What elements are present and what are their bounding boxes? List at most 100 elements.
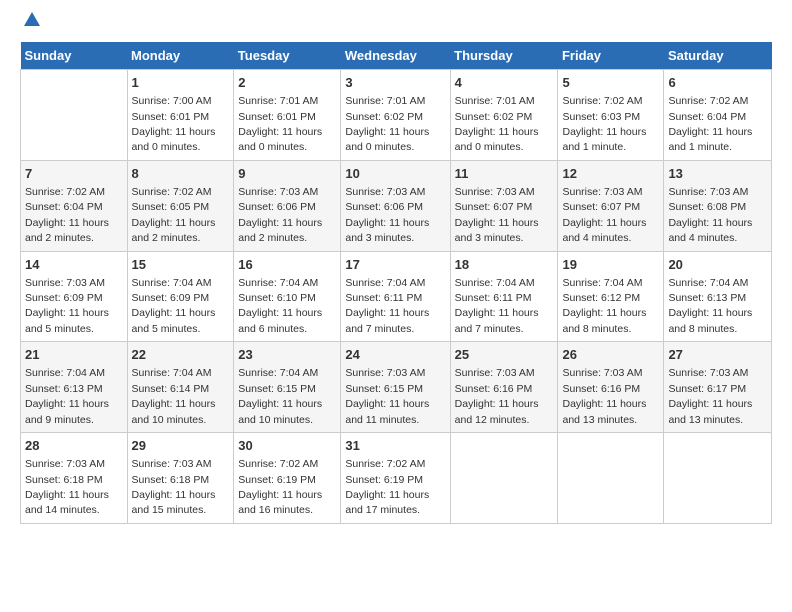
week-row-5: 28 Sunrise: 7:03 AM Sunset: 6:18 PM Dayli… — [21, 433, 772, 524]
day-cell: 6 Sunrise: 7:02 AM Sunset: 6:04 PM Daylig… — [664, 70, 772, 161]
day-cell: 31 Sunrise: 7:02 AM Sunset: 6:19 PM Dayli… — [341, 433, 450, 524]
day-number: 2 — [238, 74, 336, 92]
day-info: Sunrise: 7:02 AM Sunset: 6:19 PM Dayligh… — [345, 458, 429, 516]
day-info: Sunrise: 7:03 AM Sunset: 6:06 PM Dayligh… — [238, 186, 322, 244]
day-cell: 7 Sunrise: 7:02 AM Sunset: 6:04 PM Daylig… — [21, 160, 128, 251]
day-number: 25 — [455, 346, 554, 364]
weekday-header-row: SundayMondayTuesdayWednesdayThursdayFrid… — [21, 42, 772, 70]
day-number: 28 — [25, 437, 123, 455]
day-info: Sunrise: 7:03 AM Sunset: 6:09 PM Dayligh… — [25, 277, 109, 335]
day-cell: 30 Sunrise: 7:02 AM Sunset: 6:19 PM Dayli… — [234, 433, 341, 524]
day-info: Sunrise: 7:03 AM Sunset: 6:08 PM Dayligh… — [668, 186, 752, 244]
calendar-table: SundayMondayTuesdayWednesdayThursdayFrid… — [20, 42, 772, 524]
day-number: 1 — [132, 74, 230, 92]
day-cell: 22Sunrise: 7:04 AM Sunset: 6:14 PM Dayli… — [127, 342, 234, 433]
day-info: Sunrise: 7:03 AM Sunset: 6:18 PM Dayligh… — [132, 458, 216, 516]
day-info: Sunrise: 7:04 AM Sunset: 6:10 PM Dayligh… — [238, 277, 322, 335]
day-info: Sunrise: 7:04 AM Sunset: 6:13 PM Dayligh… — [25, 367, 109, 425]
day-number: 6 — [668, 74, 767, 92]
day-number: 7 — [25, 165, 123, 183]
weekday-header-saturday: Saturday — [664, 42, 772, 70]
day-info: Sunrise: 7:04 AM Sunset: 6:12 PM Dayligh… — [562, 277, 646, 335]
day-info: Sunrise: 7:02 AM Sunset: 6:03 PM Dayligh… — [562, 95, 646, 153]
day-cell: 21 Sunrise: 7:04 AM Sunset: 6:13 PM Dayli… — [21, 342, 128, 433]
day-cell — [664, 433, 772, 524]
day-number: 19 — [562, 256, 659, 274]
weekday-header-sunday: Sunday — [21, 42, 128, 70]
day-number: 31 — [345, 437, 445, 455]
day-info: Sunrise: 7:02 AM Sunset: 6:19 PM Dayligh… — [238, 458, 322, 516]
day-cell: 8 Sunrise: 7:02 AM Sunset: 6:05 PM Daylig… — [127, 160, 234, 251]
day-cell: 17 Sunrise: 7:04 AM Sunset: 6:11 PM Dayli… — [341, 251, 450, 342]
day-info: Sunrise: 7:02 AM Sunset: 6:04 PM Dayligh… — [25, 186, 109, 244]
day-number: 11 — [455, 165, 554, 183]
day-cell: 20 Sunrise: 7:04 AM Sunset: 6:13 PM Dayli… — [664, 251, 772, 342]
day-number: 23 — [238, 346, 336, 364]
weekday-header-wednesday: Wednesday — [341, 42, 450, 70]
day-info: Sunrise: 7:03 AM Sunset: 6:15 PM Dayligh… — [345, 367, 429, 425]
day-number: 24 — [345, 346, 445, 364]
logo-text — [20, 18, 42, 30]
day-number: 9 — [238, 165, 336, 183]
weekday-header-tuesday: Tuesday — [234, 42, 341, 70]
day-cell: 19 Sunrise: 7:04 AM Sunset: 6:12 PM Dayli… — [558, 251, 664, 342]
day-cell: 12Sunrise: 7:03 AM Sunset: 6:07 PM Dayli… — [558, 160, 664, 251]
day-info: Sunrise: 7:03 AM Sunset: 6:16 PM Dayligh… — [455, 367, 539, 425]
day-number: 29 — [132, 437, 230, 455]
day-info: Sunrise: 7:03 AM Sunset: 6:16 PM Dayligh… — [562, 367, 646, 425]
day-cell: 27 Sunrise: 7:03 AM Sunset: 6:17 PM Dayli… — [664, 342, 772, 433]
day-info: Sunrise: 7:01 AM Sunset: 6:02 PM Dayligh… — [455, 95, 539, 153]
header — [20, 18, 772, 30]
day-number: 18 — [455, 256, 554, 274]
day-cell: 3Sunrise: 7:01 AM Sunset: 6:02 PM Daylig… — [341, 70, 450, 161]
day-info: Sunrise: 7:01 AM Sunset: 6:01 PM Dayligh… — [238, 95, 322, 153]
day-info: Sunrise: 7:04 AM Sunset: 6:15 PM Dayligh… — [238, 367, 322, 425]
day-number: 3 — [345, 74, 445, 92]
day-info: Sunrise: 7:03 AM Sunset: 6:07 PM Dayligh… — [455, 186, 539, 244]
day-cell: 18 Sunrise: 7:04 AM Sunset: 6:11 PM Dayli… — [450, 251, 558, 342]
day-info: Sunrise: 7:04 AM Sunset: 6:11 PM Dayligh… — [345, 277, 429, 335]
day-info: Sunrise: 7:03 AM Sunset: 6:06 PM Dayligh… — [345, 186, 429, 244]
day-cell: 26 Sunrise: 7:03 AM Sunset: 6:16 PM Dayli… — [558, 342, 664, 433]
day-number: 27 — [668, 346, 767, 364]
day-cell: 4Sunrise: 7:01 AM Sunset: 6:02 PM Daylig… — [450, 70, 558, 161]
day-cell — [558, 433, 664, 524]
day-info: Sunrise: 7:02 AM Sunset: 6:05 PM Dayligh… — [132, 186, 216, 244]
day-number: 10 — [345, 165, 445, 183]
day-info: Sunrise: 7:04 AM Sunset: 6:11 PM Dayligh… — [455, 277, 539, 335]
day-cell: 1 Sunrise: 7:00 AM Sunset: 6:01 PM Daylig… — [127, 70, 234, 161]
day-number: 17 — [345, 256, 445, 274]
day-cell: 23 Sunrise: 7:04 AM Sunset: 6:15 PM Dayli… — [234, 342, 341, 433]
logo-icon — [22, 10, 42, 30]
day-number: 26 — [562, 346, 659, 364]
day-cell: 25 Sunrise: 7:03 AM Sunset: 6:16 PM Dayli… — [450, 342, 558, 433]
day-cell — [450, 433, 558, 524]
week-row-3: 14Sunrise: 7:03 AM Sunset: 6:09 PM Dayli… — [21, 251, 772, 342]
day-info: Sunrise: 7:04 AM Sunset: 6:13 PM Dayligh… — [668, 277, 752, 335]
day-cell: 11 Sunrise: 7:03 AM Sunset: 6:07 PM Dayli… — [450, 160, 558, 251]
day-info: Sunrise: 7:02 AM Sunset: 6:04 PM Dayligh… — [668, 95, 752, 153]
day-cell: 2 Sunrise: 7:01 AM Sunset: 6:01 PM Daylig… — [234, 70, 341, 161]
day-number: 21 — [25, 346, 123, 364]
day-number: 22 — [132, 346, 230, 364]
week-row-1: 1 Sunrise: 7:00 AM Sunset: 6:01 PM Daylig… — [21, 70, 772, 161]
week-row-2: 7 Sunrise: 7:02 AM Sunset: 6:04 PM Daylig… — [21, 160, 772, 251]
day-cell: 5Sunrise: 7:02 AM Sunset: 6:03 PM Daylig… — [558, 70, 664, 161]
weekday-header-monday: Monday — [127, 42, 234, 70]
day-cell: 15Sunrise: 7:04 AM Sunset: 6:09 PM Dayli… — [127, 251, 234, 342]
day-number: 12 — [562, 165, 659, 183]
day-info: Sunrise: 7:04 AM Sunset: 6:09 PM Dayligh… — [132, 277, 216, 335]
calendar-container: SundayMondayTuesdayWednesdayThursdayFrid… — [0, 0, 792, 534]
day-number: 30 — [238, 437, 336, 455]
weekday-header-friday: Friday — [558, 42, 664, 70]
day-info: Sunrise: 7:00 AM Sunset: 6:01 PM Dayligh… — [132, 95, 216, 153]
day-info: Sunrise: 7:03 AM Sunset: 6:17 PM Dayligh… — [668, 367, 752, 425]
day-number: 13 — [668, 165, 767, 183]
day-cell: 14Sunrise: 7:03 AM Sunset: 6:09 PM Dayli… — [21, 251, 128, 342]
day-number: 20 — [668, 256, 767, 274]
day-cell: 16 Sunrise: 7:04 AM Sunset: 6:10 PM Dayli… — [234, 251, 341, 342]
day-number: 8 — [132, 165, 230, 183]
logo — [20, 18, 42, 30]
day-number: 16 — [238, 256, 336, 274]
week-row-4: 21 Sunrise: 7:04 AM Sunset: 6:13 PM Dayli… — [21, 342, 772, 433]
